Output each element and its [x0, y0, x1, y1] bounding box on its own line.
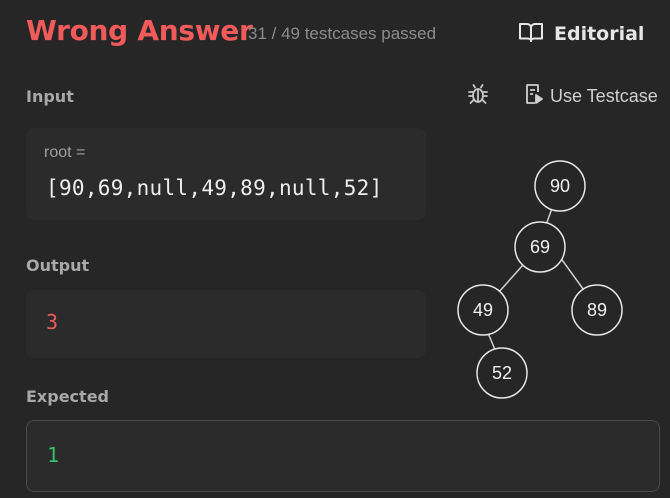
tree-node-label: 52 [492, 363, 512, 383]
use-testcase-button[interactable]: Use Testcase [524, 82, 658, 110]
tree-node-label: 69 [530, 237, 550, 257]
output-panel: 3 [26, 290, 426, 358]
expected-panel: 1 [26, 420, 660, 492]
editorial-label: Editorial [554, 23, 645, 45]
result-status: Wrong Answer [26, 14, 253, 47]
tree-visualization: 90 69 49 89 52 [457, 160, 623, 399]
testcases-passed: 31 / 49 testcases passed [248, 24, 437, 43]
input-panel: root = [90,69,null,49,89,null,52] [26, 128, 426, 220]
tree-nodes [457, 160, 623, 399]
editorial-button[interactable]: Editorial [510, 14, 650, 54]
tree-node-label: 89 [587, 300, 607, 320]
input-variable-name: root = [44, 144, 86, 161]
bug-icon [466, 82, 490, 111]
output-value: 3 [46, 310, 59, 334]
testcase-icon [524, 83, 544, 110]
input-value: [90,69,null,49,89,null,52] [46, 176, 383, 200]
use-testcase-label: Use Testcase [550, 85, 658, 106]
expected-value: 1 [47, 443, 60, 467]
output-label: Output [26, 256, 90, 275]
debug-button[interactable] [464, 82, 492, 110]
expected-label: Expected [26, 387, 109, 406]
input-label: Input [26, 87, 74, 106]
tree-node-label: 90 [550, 176, 570, 196]
book-icon [518, 21, 544, 48]
tree-node-label: 49 [473, 300, 493, 320]
